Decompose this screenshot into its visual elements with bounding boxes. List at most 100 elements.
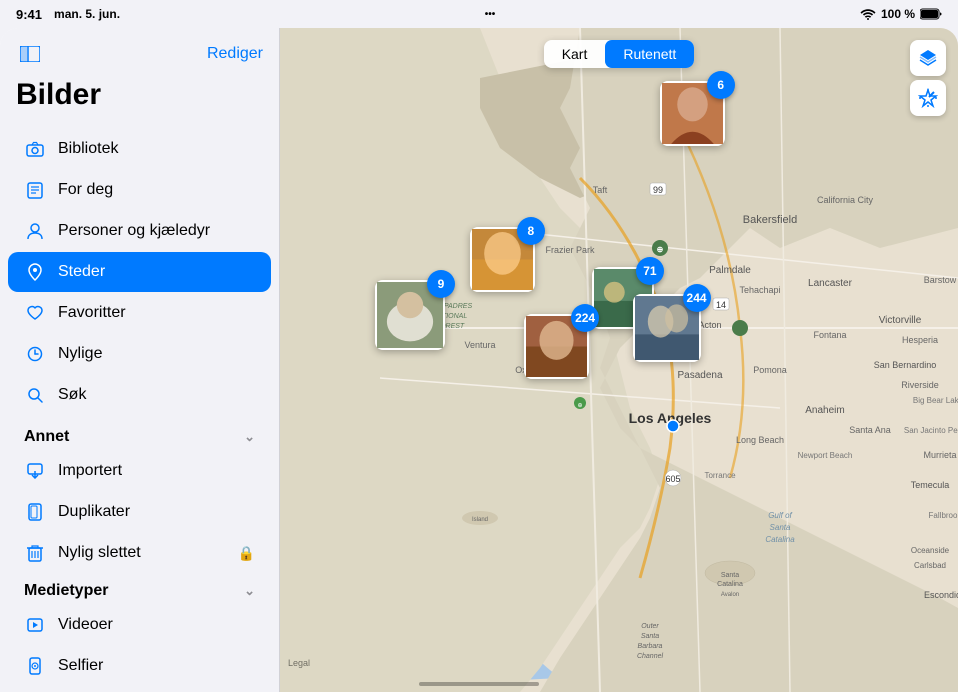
section-medietyper: Medietyper ⌄ Videoer Selfier Live Photos…: [0, 574, 279, 692]
svg-text:Bakersfield: Bakersfield: [743, 214, 797, 226]
sidebar-item-live-photos[interactable]: Live Photos: [8, 687, 271, 692]
cluster-count-c2: 8: [517, 217, 545, 245]
svg-text:Taft: Taft: [593, 185, 608, 195]
home-indicator: [419, 682, 539, 686]
cluster-count-c3: 6: [707, 71, 735, 99]
photo-cluster-c6[interactable]: 224: [524, 314, 589, 379]
section-annet: Annet ⌄ Importert Duplikater Nylig slett…: [0, 420, 279, 573]
sidebar-item-nylig-slettet[interactable]: Nylig slettet 🔒: [8, 533, 271, 573]
svg-text:⊕: ⊕: [657, 245, 664, 254]
svg-text:Fontana: Fontana: [813, 330, 846, 340]
svg-text:Victorville: Victorville: [879, 315, 922, 326]
label-sok: Søk: [58, 386, 255, 404]
sidebar-toggle-icon[interactable]: [16, 40, 44, 68]
icon-personer: [24, 220, 46, 242]
map-toggle-group: KartRutenett: [544, 40, 695, 68]
svg-text:Riverside: Riverside: [901, 380, 939, 390]
map-toggle-rutenett[interactable]: Rutenett: [605, 40, 694, 68]
svg-text:14: 14: [716, 300, 726, 310]
svg-text:Santa: Santa: [770, 523, 791, 532]
svg-text:Pasadena: Pasadena: [677, 370, 722, 381]
icon-nylig-slettet: [24, 542, 46, 564]
svg-text:Ventura: Ventura: [464, 340, 495, 350]
sidebar-item-duplikater[interactable]: Duplikater: [8, 492, 271, 532]
icon-selfier: [24, 655, 46, 677]
map-controls: [910, 40, 946, 116]
photo-cluster-c2[interactable]: 8: [470, 227, 535, 292]
map-location-button[interactable]: [910, 80, 946, 116]
svg-text:605: 605: [665, 474, 680, 484]
battery-level: 100 %: [881, 7, 915, 21]
svg-text:Lancaster: Lancaster: [808, 278, 853, 289]
svg-text:Escondido: Escondido: [924, 590, 958, 600]
icon-for-deg: [24, 179, 46, 201]
map-layers-button[interactable]: [910, 40, 946, 76]
svg-text:Channel: Channel: [637, 653, 664, 660]
sidebar-item-bibliotek[interactable]: Bibliotek: [8, 129, 271, 169]
label-importert: Importert: [58, 462, 255, 480]
svg-text:Newport Beach: Newport Beach: [798, 451, 853, 460]
label-for-deg: For deg: [58, 181, 255, 199]
sidebar-item-nylige[interactable]: Nylige: [8, 334, 271, 374]
svg-text:Long Beach: Long Beach: [736, 435, 784, 445]
status-bar: 9:41 man. 5. jun. ••• 100 %: [0, 0, 958, 28]
main-nav-section: Bibliotek For deg Personer og kjæledyr S…: [0, 124, 279, 420]
sidebar-item-personer[interactable]: Personer og kjæledyr: [8, 211, 271, 251]
label-steder: Steder: [58, 263, 255, 281]
svg-text:Acton: Acton: [698, 320, 721, 330]
svg-text:Murrieta: Murrieta: [923, 450, 956, 460]
chevron-icon: ⌄: [244, 429, 255, 445]
photo-cluster-c1[interactable]: 9: [375, 280, 445, 350]
status-date: man. 5. jun.: [54, 7, 120, 21]
label-favoritter: Favoritter: [58, 304, 255, 322]
icon-favoritter: [24, 302, 46, 324]
cluster-count-c4: 71: [636, 257, 664, 285]
sidebar-item-selfier[interactable]: Selfier: [8, 646, 271, 686]
sidebar-item-sok[interactable]: Søk: [8, 375, 271, 415]
label-duplikater: Duplikater: [58, 503, 255, 521]
section-header-annet[interactable]: Annet ⌄: [0, 420, 279, 450]
sidebar-item-for-deg[interactable]: For deg: [8, 170, 271, 210]
app-container: Rediger Bilder Bibliotek For deg Persone…: [0, 28, 958, 692]
label-personer: Personer og kjæledyr: [58, 222, 255, 240]
photo-cluster-c3[interactable]: 6: [660, 81, 725, 146]
svg-text:Santa Ana: Santa Ana: [849, 425, 891, 435]
map-toolbar: KartRutenett: [280, 40, 958, 68]
svg-text:Gulf of: Gulf of: [768, 511, 792, 520]
icon-steder: [24, 261, 46, 283]
sidebar-item-favoritter[interactable]: Favoritter: [8, 293, 271, 333]
svg-text:Tehachapi: Tehachapi: [739, 285, 780, 295]
svg-text:Anaheim: Anaheim: [805, 405, 844, 416]
svg-text:Catalina: Catalina: [717, 581, 743, 588]
icon-nylige: [24, 343, 46, 365]
map-toggle-kart[interactable]: Kart: [544, 40, 606, 68]
label-nylige: Nylige: [58, 345, 255, 363]
icon-importert: [24, 460, 46, 482]
cluster-count-c5: 244: [683, 284, 711, 312]
svg-text:Pomona: Pomona: [753, 365, 787, 375]
svg-text:Avalon: Avalon: [721, 592, 739, 598]
svg-text:Torrance: Torrance: [704, 471, 736, 480]
svg-text:Island: Island: [472, 517, 488, 523]
edit-button[interactable]: Rediger: [207, 45, 263, 63]
cluster-count-c6: 224: [571, 304, 599, 332]
svg-text:Fallbrook: Fallbrook: [929, 511, 958, 520]
section-title: Annet: [24, 428, 69, 446]
sidebar-item-videoer[interactable]: Videoer: [8, 605, 271, 645]
svg-text:Oceanside: Oceanside: [911, 546, 950, 555]
sidebar-item-importert[interactable]: Importert: [8, 451, 271, 491]
sidebar-item-steder[interactable]: Steder: [8, 252, 271, 292]
icon-videoer: [24, 614, 46, 636]
status-right: 100 %: [860, 7, 942, 21]
svg-text:San Jacinto Peak: San Jacinto Peak: [904, 426, 958, 435]
svg-text:California City: California City: [817, 195, 874, 205]
svg-text:San Bernardino: San Bernardino: [874, 360, 937, 370]
svg-text:Hesperia: Hesperia: [902, 335, 938, 345]
svg-text:Santa: Santa: [641, 633, 659, 640]
svg-text:Catalina: Catalina: [765, 535, 795, 544]
svg-text:Frazier Park: Frazier Park: [545, 245, 595, 255]
section-header-medietyper[interactable]: Medietyper ⌄: [0, 574, 279, 604]
label-nylig-slettet: Nylig slettet: [58, 544, 226, 562]
icon-sok: [24, 384, 46, 406]
photo-cluster-c5[interactable]: 244: [633, 294, 701, 362]
